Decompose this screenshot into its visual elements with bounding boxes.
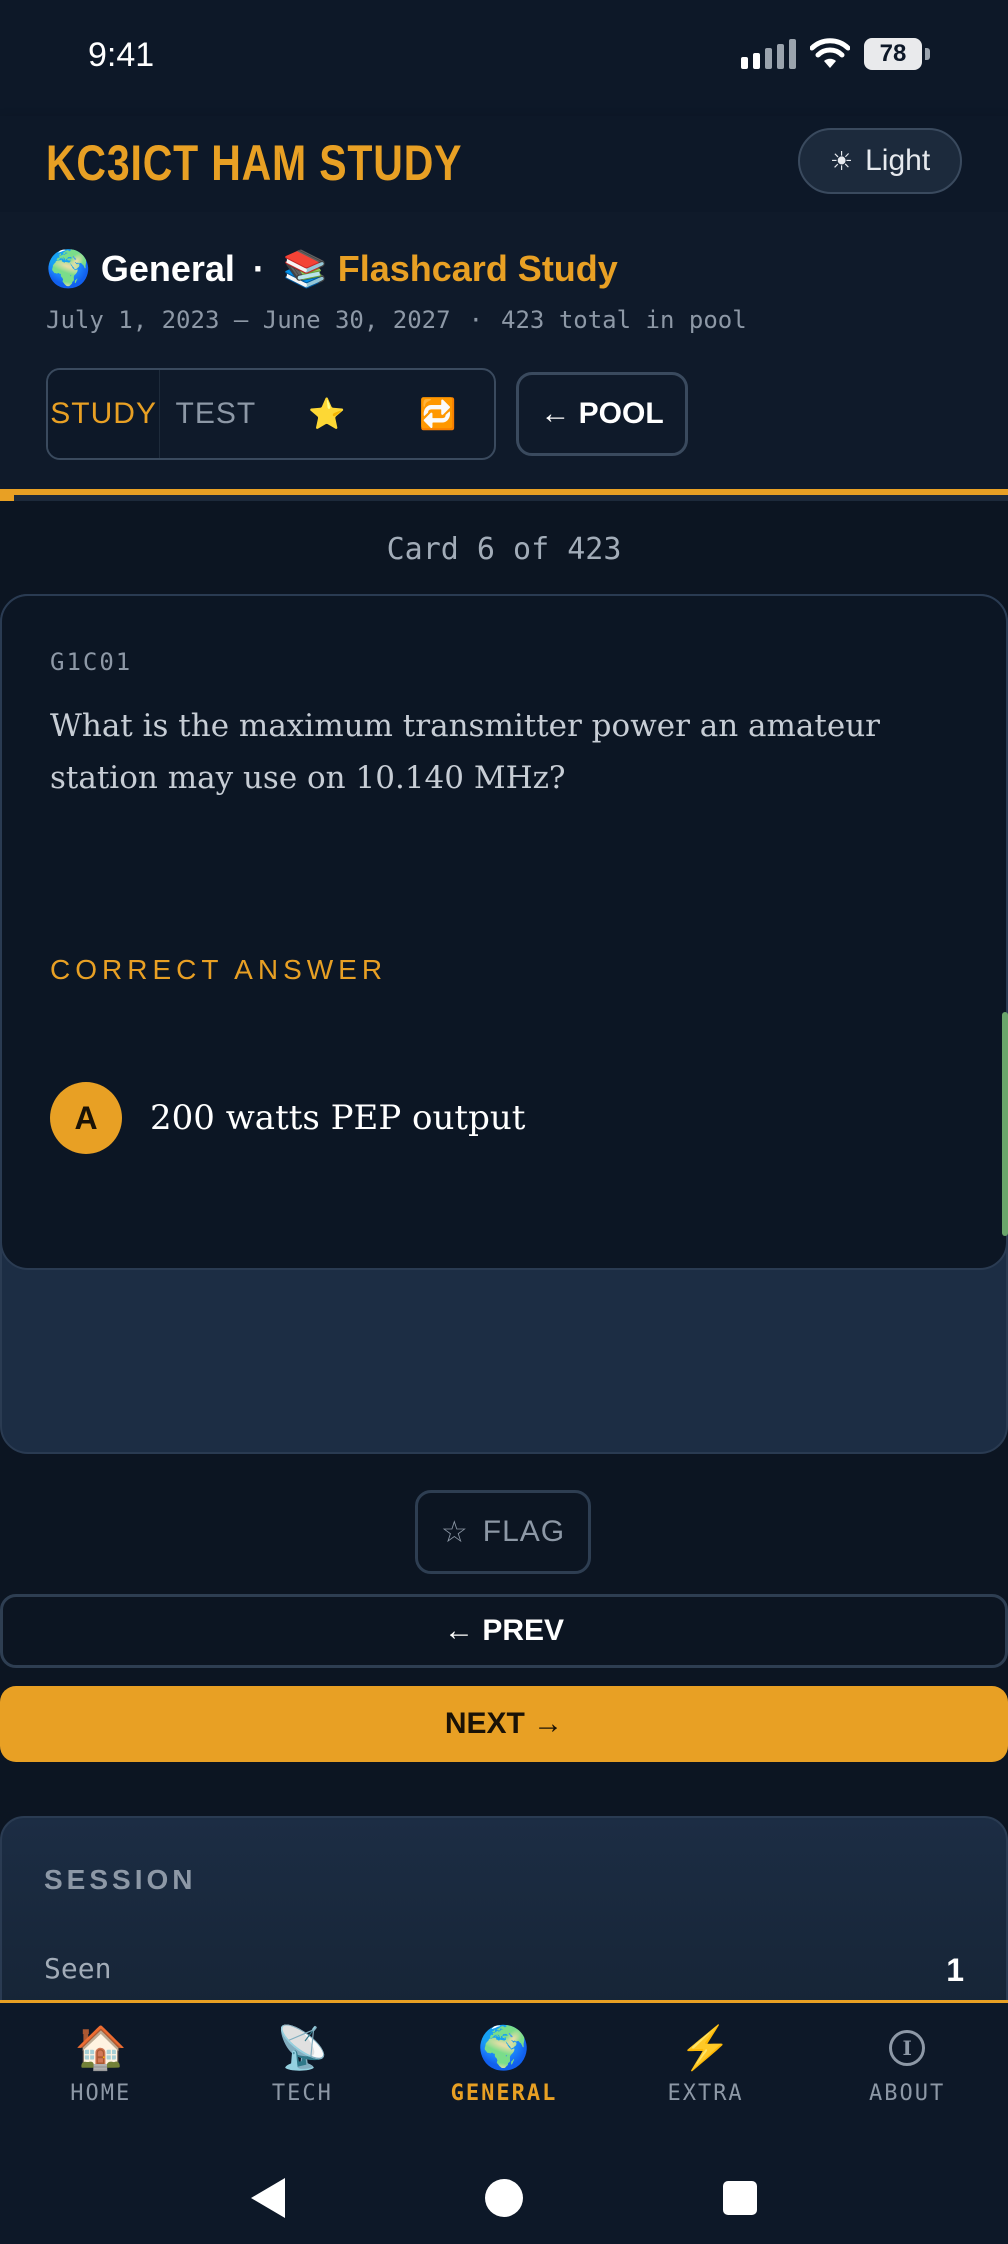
mode-tabs: STUDY TEST ⭐ 🔁 [46, 368, 496, 460]
info-icon: I [889, 2030, 926, 2066]
app-header: KC3ICT HAM STUDY ☀ Light [0, 116, 1008, 212]
answer-text: 200 watts PEP output [150, 1098, 526, 1138]
nav-home[interactable]: 🏠 HOME [0, 2023, 202, 2133]
pool-button[interactable]: ← POOL [516, 372, 688, 456]
status-icons: 78 [741, 38, 930, 70]
books-icon: 📚 [282, 248, 328, 289]
question-id: G1C01 [50, 648, 133, 676]
prev-button[interactable]: ← PREV [0, 1594, 1008, 1668]
answer-row: A 200 watts PEP output [50, 1082, 525, 1154]
breadcrumb-separator: · [252, 248, 265, 289]
session-row-label: Seen [44, 1952, 112, 1985]
star-outline-icon: ☆ [440, 1515, 469, 1549]
pool-total: 423 total in pool [501, 306, 747, 334]
answer-label: CORRECT ANSWER [50, 954, 388, 985]
next-button[interactable]: NEXT → [0, 1686, 1008, 1762]
study-header: 🌍 General · 📚 Flashcard Study July 1, 20… [0, 212, 1008, 494]
card-edge-indicator [1002, 1012, 1008, 1236]
recents-icon[interactable] [723, 2181, 757, 2215]
signal-icon [741, 39, 796, 69]
theme-toggle-label: Light [865, 144, 931, 177]
home-icon: 🏠 [74, 2023, 127, 2071]
flag-label: FLAG [482, 1515, 566, 1548]
lightning-icon: ⚡ [679, 2023, 732, 2071]
system-nav [0, 2153, 1008, 2243]
pool-dates: July 1, 2023 – June 30, 2027 [46, 306, 451, 334]
nav-about[interactable]: I ABOUT [806, 2023, 1008, 2133]
sun-icon: ☀ [829, 145, 854, 176]
nav-extra-label: EXTRA [667, 2081, 744, 2106]
tab-starred-star-icon[interactable]: ⭐ [272, 370, 383, 458]
session-row-value: 1 [946, 1952, 964, 1988]
nav-general-label: GENERAL [450, 2081, 558, 2106]
bottom-nav: 🏠 HOME 📡 TECH 🌍 GENERAL ⚡ EXTRA I ABOUT [0, 2000, 1008, 2244]
nav-general[interactable]: 🌍 GENERAL [403, 2023, 605, 2133]
app-title: KC3ICT HAM STUDY [46, 135, 463, 191]
flashcard[interactable]: G1C01 What is the maximum transmitter po… [0, 594, 1008, 1270]
wifi-icon [810, 38, 850, 68]
tab-test[interactable]: TEST [160, 370, 271, 458]
answer-letter-badge: A [50, 1082, 122, 1154]
back-icon[interactable] [251, 2178, 285, 2218]
breadcrumb-mode: Flashcard Study [337, 248, 618, 289]
nav-about-label: ABOUT [869, 2081, 946, 2106]
session-title: SESSION [44, 1864, 197, 1895]
question-text: What is the maximum transmitter power an… [50, 708, 880, 796]
flag-button[interactable]: ☆ FLAG [415, 1490, 591, 1574]
progress-fill [0, 495, 15, 501]
nav-tech[interactable]: 📡 TECH [202, 2023, 404, 2133]
nav-home-label: HOME [70, 2081, 132, 2106]
meta-separator: · [468, 306, 484, 334]
session-row-seen: Seen 1 [44, 1952, 964, 1989]
pool-meta: July 1, 2023 – June 30, 2027 · 423 total i… [46, 306, 747, 334]
status-time: 9:41 [88, 36, 155, 74]
nav-extra[interactable]: ⚡ EXTRA [605, 2023, 807, 2133]
tab-study[interactable]: STUDY [48, 370, 161, 458]
breadcrumb: 🌍 General · 📚 Flashcard Study [46, 248, 618, 290]
satellite-dish-icon: 📡 [276, 2023, 329, 2071]
theme-toggle-button[interactable]: ☀ Light [798, 128, 962, 194]
status-bar: 9:41 78 [0, 0, 1008, 116]
progress-bar [0, 489, 1008, 501]
globe-icon: 🌍 [477, 2023, 531, 2071]
battery-level: 78 [879, 40, 907, 67]
breadcrumb-level: General [100, 248, 235, 289]
battery-icon: 78 [864, 38, 930, 70]
nav-tech-label: TECH [271, 2081, 333, 2106]
tab-review-repeat-icon[interactable]: 🔁 [383, 370, 494, 458]
system-home-icon[interactable] [485, 2179, 523, 2217]
card-counter: Card 6 of 423 [386, 532, 622, 567]
globe-icon: 🌍 [46, 248, 91, 289]
